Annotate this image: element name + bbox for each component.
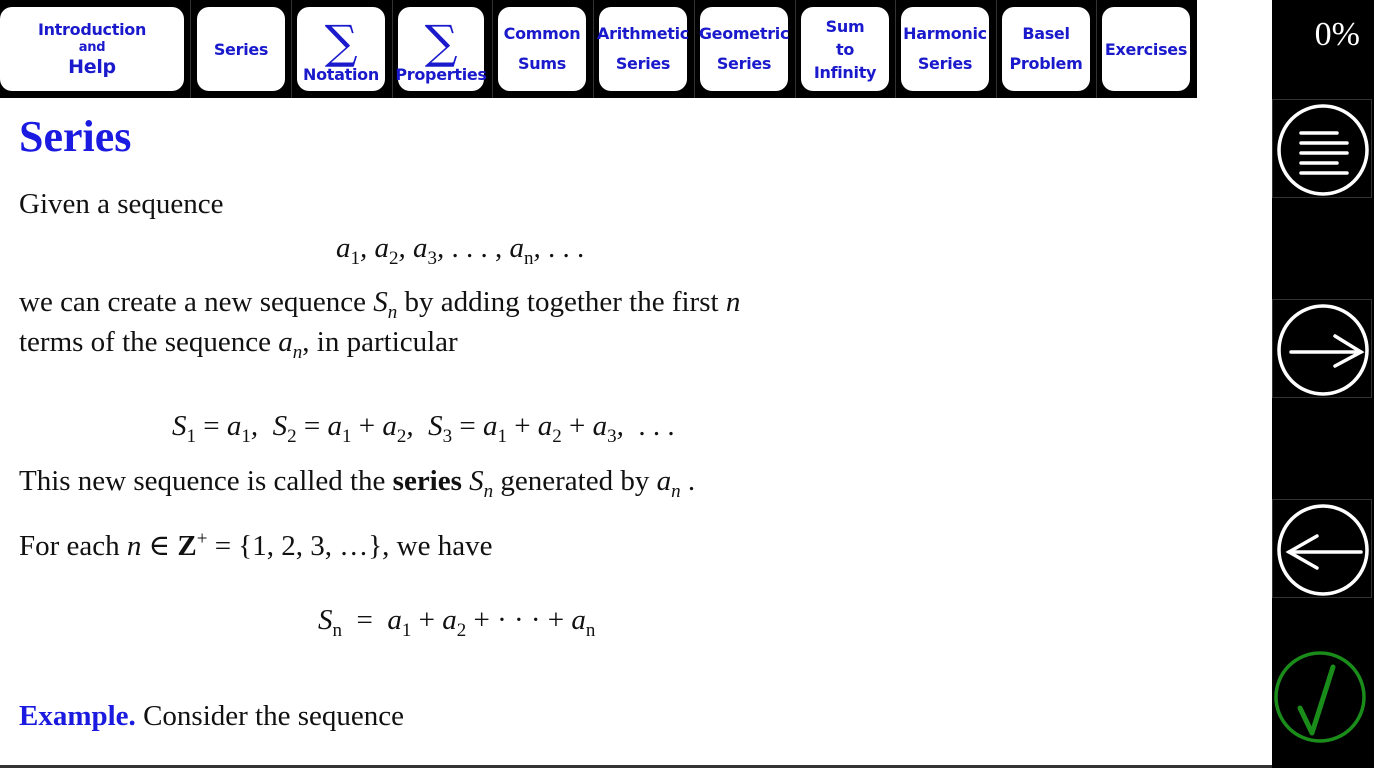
nav-label: Exercises	[1104, 39, 1188, 59]
text: For each	[19, 530, 120, 562]
nav-label: Infinity	[813, 62, 877, 82]
nav-intro-help[interactable]: Introduction and Help	[0, 7, 184, 91]
nav-label: Series	[615, 54, 671, 73]
text: = {1, 2, 3, …}, we have	[214, 530, 493, 562]
previous-page-button[interactable]	[1272, 499, 1372, 598]
equation-sn: Sn = a1 + a2 + · · · + an	[318, 604, 596, 641]
equation-partial-sums: S1 = a1, S2 = a1 + a2, S3 = a1 + a2 + a3…	[172, 410, 675, 447]
nav-notation[interactable]: ∑ Notation	[297, 7, 385, 91]
contents-icon	[1277, 104, 1369, 196]
nav-series[interactable]: Series	[197, 7, 285, 91]
check-button[interactable]	[1273, 650, 1373, 750]
text: terms of the sequence	[19, 326, 272, 358]
equation-sequence: a1, a2, a3, . . . , an, . . .	[336, 232, 585, 269]
page-title: Series	[19, 112, 132, 161]
nav-label: Problem	[1009, 54, 1083, 73]
progress-percentage: 0%	[1314, 16, 1360, 53]
nav-label: Series	[917, 54, 973, 73]
paragraph-create: we can create a new sequence Sn by addin…	[19, 286, 741, 323]
text: generated by	[500, 465, 650, 497]
nav-basel-problem[interactable]: Basel Problem	[1002, 7, 1090, 91]
text: This new sequence is called the	[19, 465, 386, 497]
nav-label: Help	[68, 56, 116, 78]
nav-label: Introduction	[37, 20, 147, 39]
nav-harmonic-series[interactable]: Harmonic Series	[901, 7, 989, 91]
side-control-panel: 0%	[1272, 0, 1374, 768]
nav-label: Geometric	[698, 24, 790, 43]
nav-label: Arithmetic	[597, 24, 689, 43]
nav-common-sums[interactable]: Common Sums	[498, 7, 586, 91]
nav-arithmetic-series[interactable]: Arithmetic Series	[597, 7, 689, 91]
checkmark-icon	[1274, 651, 1366, 743]
nav-label: Common	[503, 24, 581, 43]
nav-geometric-series[interactable]: Geometric Series	[698, 7, 790, 91]
paragraph-definition: This new sequence is called the series S…	[19, 465, 696, 502]
example-label: Example.	[19, 700, 136, 732]
nav-properties[interactable]: ∑ Properties	[395, 7, 487, 91]
nav-label: Sums	[518, 54, 566, 73]
nav-label: Harmonic	[903, 24, 987, 43]
nav-label: Notation	[303, 65, 379, 84]
arrow-left-icon	[1277, 504, 1369, 596]
sigma-icon: ∑	[324, 15, 358, 69]
text: , in particular	[302, 326, 458, 358]
nav-label: Basel	[1022, 24, 1070, 43]
nav-label: Series	[716, 54, 772, 73]
nav-sum-to-infinity[interactable]: Sum to Infinity	[801, 7, 889, 91]
nav-exercises[interactable]: Exercises	[1102, 7, 1190, 91]
next-page-button[interactable]	[1272, 299, 1372, 398]
top-navigation-bar: Introduction and Help Series ∑ Notation …	[0, 0, 1197, 98]
nav-label: Series	[213, 39, 269, 59]
sigma-icon: ∑	[424, 15, 458, 69]
nav-label: Properties	[395, 65, 487, 84]
paragraph-example: Example. Consider the sequence	[19, 700, 404, 733]
nav-label: to	[835, 39, 855, 59]
keyword-series: series	[392, 465, 462, 497]
text: by adding together the first	[404, 286, 719, 318]
paragraph-for-each: For each n ∈ Z+ = {1, 2, 3, …}, we have	[19, 528, 493, 562]
text: Consider the sequence	[143, 700, 404, 732]
paragraph-given: Given a sequence	[19, 188, 224, 220]
nav-label: Sum	[825, 16, 865, 36]
text: we can create a new sequence	[19, 286, 366, 318]
paragraph-terms: terms of the sequence an, in particular	[19, 326, 458, 363]
arrow-right-icon	[1277, 304, 1369, 396]
nav-label: and	[78, 40, 106, 55]
contents-button[interactable]	[1272, 99, 1372, 198]
